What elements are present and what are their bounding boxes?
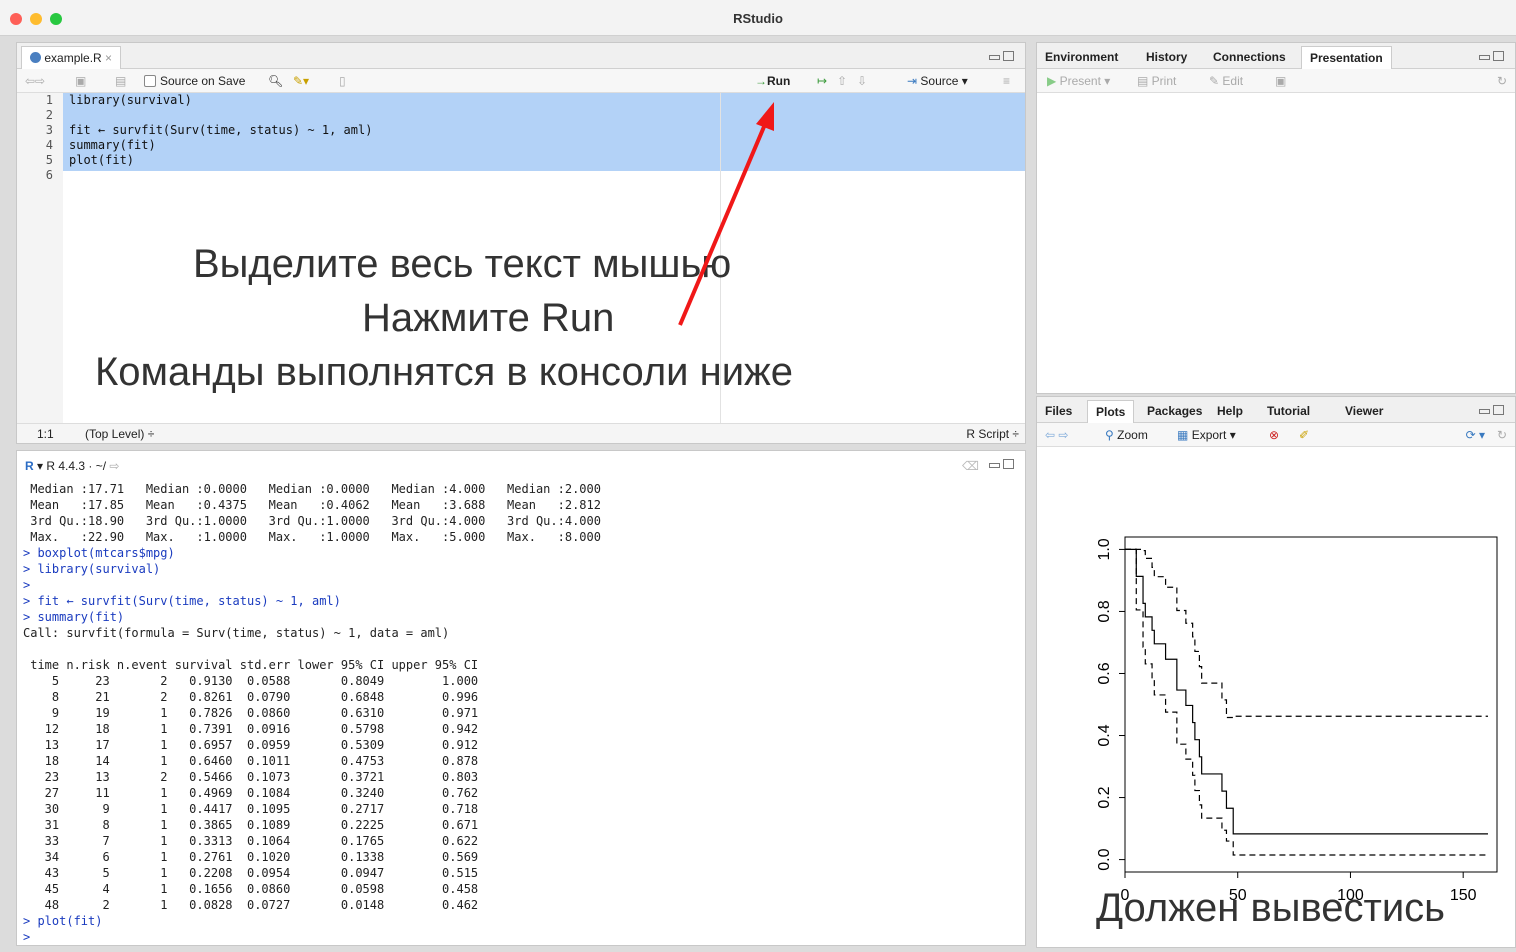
rstudio-window: RStudio example.R × ⇦⇨ ▣ ▤ Source on Sav… bbox=[0, 0, 1516, 952]
red-arrow bbox=[678, 102, 774, 326]
